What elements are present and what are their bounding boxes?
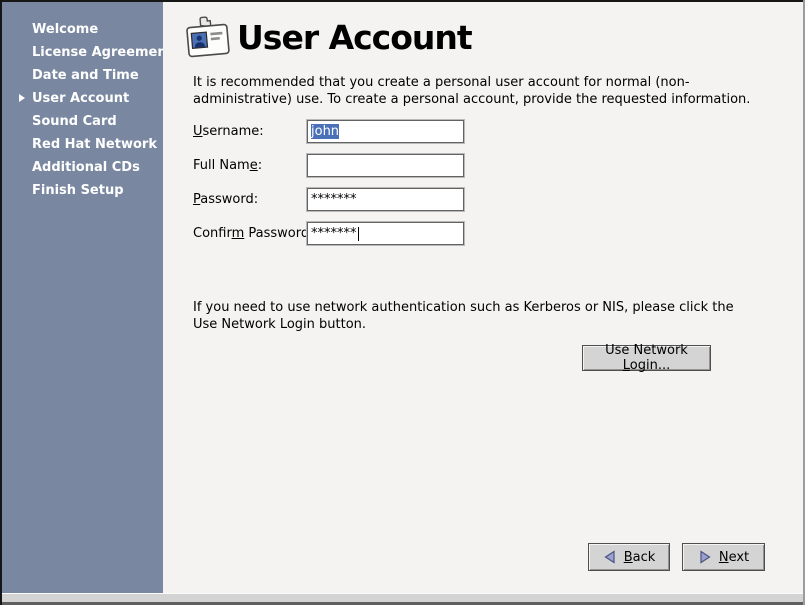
password-row: Password: (193, 188, 258, 211)
back-label: Back (624, 550, 656, 565)
intro-line-1: It is recommended that you create a pers… (193, 74, 750, 91)
use-network-login-label: Use Network Login... (583, 343, 710, 373)
next-button[interactable]: Next (682, 543, 765, 571)
sidebar-item-label: Red Hat Network (32, 137, 157, 152)
setup-wizard-window: Welcome License Agreement Date and Time … (0, 0, 805, 605)
username-selected-text: john (311, 124, 339, 139)
password-label: Password: (193, 192, 258, 207)
intro-text: It is recommended that you create a pers… (193, 74, 750, 108)
network-note-line-2: Use Network Login button. (193, 316, 734, 333)
sidebar-item-user-account[interactable]: User Account (2, 87, 163, 110)
sidebar-item-additional-cds[interactable]: Additional CDs (2, 156, 163, 179)
active-step-arrow-icon (19, 94, 25, 102)
sidebar-item-label: Additional CDs (32, 160, 140, 175)
password-masked-value: ******* (311, 192, 357, 207)
sidebar-item-sound-card[interactable]: Sound Card (2, 110, 163, 133)
confirm-password-label: Confirm Password: (193, 226, 313, 241)
intro-line-2: administrative) use. To create a persona… (193, 91, 750, 108)
main-content-area: User Account It is recommended that you … (163, 2, 802, 593)
back-button[interactable]: Back (588, 543, 670, 571)
confirm-password-masked-value: ******* (311, 226, 357, 241)
next-label: Next (719, 550, 749, 565)
confirm-password-row: Confirm Password: (193, 222, 313, 245)
network-note-line-1: If you need to use network authenticatio… (193, 299, 734, 316)
text-cursor (358, 227, 359, 241)
window-border-left (0, 0, 2, 605)
username-label: Username: (193, 124, 264, 139)
sidebar-item-label: Finish Setup (32, 183, 124, 198)
password-input[interactable]: ******* (307, 188, 464, 211)
sidebar-item-license-agreement[interactable]: License Agreement (2, 41, 163, 64)
username-input[interactable]: john (307, 120, 464, 143)
wizard-steps-sidebar: Welcome License Agreement Date and Time … (2, 2, 163, 593)
sidebar-item-red-hat-network[interactable]: Red Hat Network (2, 133, 163, 156)
id-badge-icon (185, 15, 232, 65)
next-arrow-icon (698, 550, 712, 564)
confirm-password-input[interactable]: ******* (307, 222, 464, 245)
sidebar-item-label: Sound Card (32, 114, 117, 129)
sidebar-item-welcome[interactable]: Welcome (2, 18, 163, 41)
sidebar-item-finish-setup[interactable]: Finish Setup (2, 179, 163, 202)
full-name-label: Full Name: (193, 158, 262, 173)
sidebar-item-label: Welcome (32, 22, 98, 37)
network-auth-note: If you need to use network authenticatio… (193, 299, 734, 333)
full-name-input[interactable] (307, 154, 464, 177)
back-arrow-icon (603, 550, 617, 564)
use-network-login-button[interactable]: Use Network Login... (582, 345, 711, 371)
full-name-row: Full Name: (193, 154, 262, 177)
sidebar-item-date-and-time[interactable]: Date and Time (2, 64, 163, 87)
page-title: User Account (237, 18, 472, 57)
window-bottom-bar (0, 593, 805, 605)
sidebar-item-label: Date and Time (32, 68, 139, 83)
username-row: Username: (193, 120, 264, 143)
sidebar-item-label: License Agreement (32, 45, 173, 60)
sidebar-item-label: User Account (32, 91, 129, 106)
